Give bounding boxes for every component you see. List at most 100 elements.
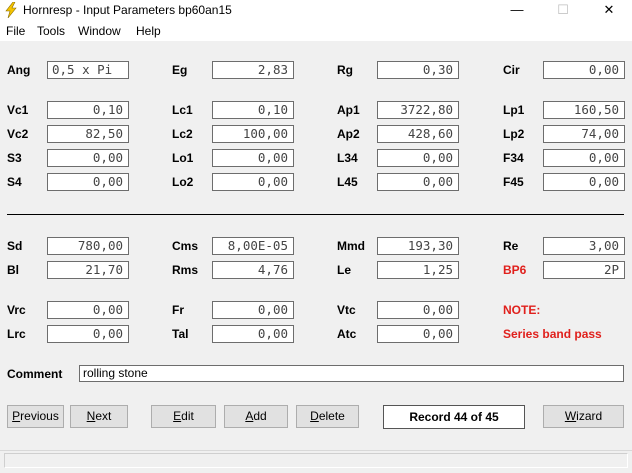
section-divider bbox=[7, 214, 624, 215]
next-button[interactable]: Next bbox=[70, 405, 128, 428]
rg-field[interactable]: 0,30 bbox=[377, 61, 459, 79]
close-button[interactable]: ✕ bbox=[586, 0, 632, 21]
cir-field[interactable]: 0,00 bbox=[543, 61, 625, 79]
lc1-field[interactable]: 0,10 bbox=[212, 101, 294, 119]
s4-field[interactable]: 0,00 bbox=[47, 173, 129, 191]
bl-field[interactable]: 21,70 bbox=[47, 261, 129, 279]
le-field[interactable]: 1,25 bbox=[377, 261, 459, 279]
comment-field[interactable]: rolling stone bbox=[79, 365, 624, 382]
lrc-label: Lrc bbox=[7, 327, 26, 341]
sd-label: Sd bbox=[7, 239, 23, 253]
maximize-button[interactable]: ☐ bbox=[540, 0, 586, 21]
atc-label: Atc bbox=[337, 327, 357, 341]
f34-label: F34 bbox=[503, 151, 524, 165]
ang-field[interactable]: 0,5 x Pi bbox=[47, 61, 129, 79]
vc2-label: Vc2 bbox=[7, 127, 29, 141]
re-field[interactable]: 3,00 bbox=[543, 237, 625, 255]
lrc-field[interactable]: 0,00 bbox=[47, 325, 129, 343]
ap1-field[interactable]: 3722,80 bbox=[377, 101, 459, 119]
mmd-label: Mmd bbox=[337, 239, 365, 253]
lo1-label: Lo1 bbox=[172, 151, 194, 165]
sd-field[interactable]: 780,00 bbox=[47, 237, 129, 255]
cms-label: Cms bbox=[172, 239, 199, 253]
lc2-field[interactable]: 100,00 bbox=[212, 125, 294, 143]
vc2-field[interactable]: 82,50 bbox=[47, 125, 129, 143]
window-title: Hornresp - Input Parameters bp60an15 bbox=[23, 3, 232, 17]
rms-field[interactable]: 4,76 bbox=[212, 261, 294, 279]
lp2-field[interactable]: 74,00 bbox=[543, 125, 625, 143]
fr-field[interactable]: 0,00 bbox=[212, 301, 294, 319]
comment-label: Comment bbox=[7, 367, 63, 381]
f34-field[interactable]: 0,00 bbox=[543, 149, 625, 167]
add-button[interactable]: Add bbox=[224, 405, 288, 428]
f45-label: F45 bbox=[503, 175, 524, 189]
cms-field[interactable]: 8,00E-05 bbox=[212, 237, 294, 255]
f45-field[interactable]: 0,00 bbox=[543, 173, 625, 191]
edit-button-accel: E bbox=[173, 409, 182, 423]
tal-field[interactable]: 0,00 bbox=[212, 325, 294, 343]
lp1-field[interactable]: 160,50 bbox=[543, 101, 625, 119]
vc1-label: Vc1 bbox=[7, 103, 29, 117]
lp1-label: Lp1 bbox=[503, 103, 525, 117]
lo1-field[interactable]: 0,00 bbox=[212, 149, 294, 167]
cir-label: Cir bbox=[503, 63, 520, 77]
wizard-button-label: izard bbox=[576, 409, 603, 423]
mmd-field[interactable]: 193,30 bbox=[377, 237, 459, 255]
fr-label: Fr bbox=[172, 303, 184, 317]
wizard-button[interactable]: Wizard bbox=[543, 405, 624, 428]
bl-label: Bl bbox=[7, 263, 19, 277]
note-label: NOTE: bbox=[503, 303, 541, 317]
ang-label: Ang bbox=[7, 63, 31, 77]
vrc-field[interactable]: 0,00 bbox=[47, 301, 129, 319]
add-button-label: dd bbox=[253, 409, 267, 423]
eg-field[interactable]: 2,83 bbox=[212, 61, 294, 79]
lp2-label: Lp2 bbox=[503, 127, 525, 141]
s3-label: S3 bbox=[7, 151, 22, 165]
minimize-button[interactable]: — bbox=[494, 0, 540, 21]
wizard-button-accel: W bbox=[564, 409, 577, 423]
ap2-label: Ap2 bbox=[337, 127, 360, 141]
ap2-field[interactable]: 428,60 bbox=[377, 125, 459, 143]
previous-button-accel: P bbox=[12, 409, 21, 423]
vtc-field[interactable]: 0,00 bbox=[377, 301, 459, 319]
lo2-label: Lo2 bbox=[172, 175, 194, 189]
rms-label: Rms bbox=[172, 263, 199, 277]
l34-label: L34 bbox=[337, 151, 358, 165]
menu-window[interactable]: Window bbox=[78, 24, 121, 38]
delete-button[interactable]: Delete bbox=[296, 405, 359, 428]
note-text: Series band pass bbox=[503, 327, 602, 341]
edit-button[interactable]: Edit bbox=[151, 405, 216, 428]
vrc-label: Vrc bbox=[7, 303, 26, 317]
bp6-label: BP6 bbox=[503, 263, 527, 277]
previous-button[interactable]: Previous bbox=[7, 405, 64, 428]
s4-label: S4 bbox=[7, 175, 22, 189]
menu-tools[interactable]: Tools bbox=[37, 24, 65, 38]
atc-field[interactable]: 0,00 bbox=[377, 325, 459, 343]
next-button-label: ext bbox=[95, 409, 112, 423]
record-indicator: Record 44 of 45 bbox=[383, 405, 525, 429]
s3-field[interactable]: 0,00 bbox=[47, 149, 129, 167]
menu-file[interactable]: File bbox=[6, 24, 25, 38]
edit-button-label: dit bbox=[181, 409, 194, 423]
status-panel bbox=[4, 453, 628, 468]
lc1-label: Lc1 bbox=[172, 103, 193, 117]
menu-bar: File Tools Window Help bbox=[0, 21, 632, 41]
l45-field[interactable]: 0,00 bbox=[377, 173, 459, 191]
menu-help[interactable]: Help bbox=[136, 24, 161, 38]
l34-field[interactable]: 0,00 bbox=[377, 149, 459, 167]
previous-button-label: revious bbox=[20, 409, 59, 423]
vtc-label: Vtc bbox=[337, 303, 356, 317]
le-label: Le bbox=[337, 263, 352, 277]
rg-label: Rg bbox=[337, 63, 353, 77]
lc2-label: Lc2 bbox=[172, 127, 193, 141]
re-label: Re bbox=[503, 239, 519, 253]
ap1-label: Ap1 bbox=[337, 103, 360, 117]
title-bar: Hornresp - Input Parameters bp60an15 — ☐… bbox=[0, 0, 632, 21]
vc1-field[interactable]: 0,10 bbox=[47, 101, 129, 119]
lightning-bolt-icon bbox=[5, 2, 17, 18]
bp6-field[interactable]: 2P bbox=[543, 261, 625, 279]
delete-button-label: elete bbox=[318, 409, 345, 423]
lo2-field[interactable]: 0,00 bbox=[212, 173, 294, 191]
eg-label: Eg bbox=[172, 63, 188, 77]
delete-button-accel: D bbox=[310, 409, 319, 423]
